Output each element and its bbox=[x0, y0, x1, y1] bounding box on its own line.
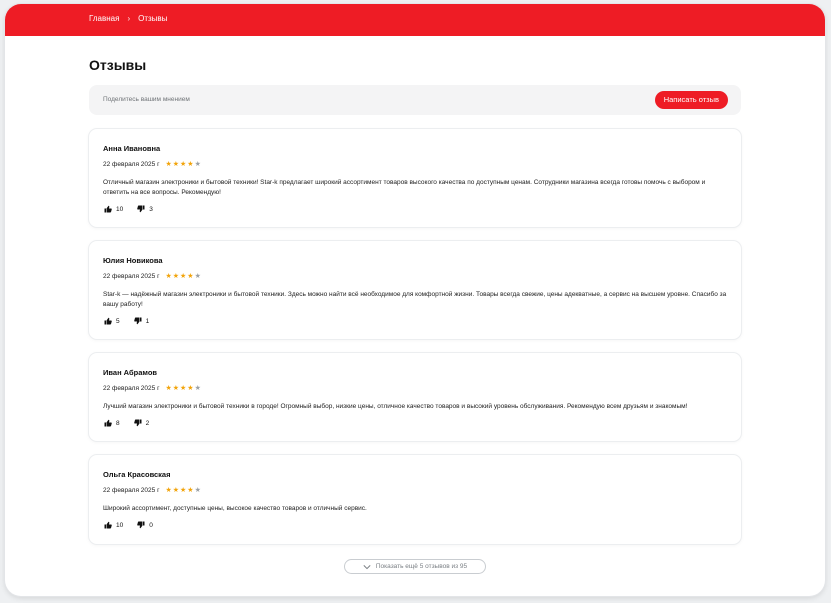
review-date: 22 февраля 2025 г bbox=[103, 385, 160, 392]
like-count: 8 bbox=[116, 419, 120, 427]
review-card: Анна Ивановна 22 февраля 2025 г ★ ★ ★ ★ ★ От… bbox=[89, 129, 741, 227]
show-more-label: Показать ещё 5 отзывов из 95 bbox=[375, 563, 468, 570]
star-filled-icon: ★ bbox=[165, 487, 172, 494]
review-votes: 10 3 bbox=[104, 205, 153, 213]
dislike-button[interactable]: 2 bbox=[133, 419, 150, 427]
page-frame: Главная › Отзывы Отзывы Поделитесь вашим… bbox=[5, 4, 825, 596]
star-filled-icon: ★ bbox=[172, 161, 179, 168]
review-date: 22 февраля 2025 г bbox=[103, 487, 160, 494]
review-votes: 8 2 bbox=[104, 419, 149, 427]
thumbs-up-icon bbox=[104, 419, 112, 427]
thumbs-up-icon bbox=[104, 205, 112, 213]
dislike-button[interactable]: 1 bbox=[133, 317, 150, 325]
review-card: Иван Абрамов 22 февраля 2025 г ★ ★ ★ ★ ★ Луч… bbox=[89, 353, 741, 441]
rating-stars: ★ ★ ★ ★ ★ bbox=[165, 273, 200, 280]
star-empty-icon: ★ bbox=[194, 385, 201, 392]
review-card: Ольга Красовская 22 февраля 2025 г ★ ★ ★ ★ ★… bbox=[89, 455, 741, 544]
review-meta: 22 февраля 2025 г ★ ★ ★ ★ ★ bbox=[103, 487, 201, 494]
dislike-button[interactable]: 0 bbox=[137, 521, 153, 529]
review-text: Star-k — надёжный магазин электроники и … bbox=[103, 291, 727, 308]
star-empty-icon: ★ bbox=[194, 161, 201, 168]
star-filled-icon: ★ bbox=[180, 161, 187, 168]
thumbs-up-icon bbox=[104, 521, 112, 529]
star-filled-icon: ★ bbox=[165, 161, 172, 168]
rating-stars: ★ ★ ★ ★ ★ bbox=[165, 487, 200, 494]
review-author: Иван Абрамов bbox=[103, 368, 158, 377]
show-more-button[interactable]: Показать ещё 5 отзывов из 95 bbox=[344, 559, 486, 574]
breadcrumb-current: Отзывы bbox=[138, 14, 168, 23]
star-filled-icon: ★ bbox=[187, 273, 194, 280]
breadcrumb: Главная › Отзывы bbox=[89, 14, 167, 23]
dislike-button[interactable]: 3 bbox=[137, 205, 153, 213]
star-filled-icon: ★ bbox=[172, 385, 179, 392]
review-votes: 10 0 bbox=[104, 521, 153, 529]
thumbs-down-icon bbox=[133, 317, 142, 325]
header-bar: Главная › Отзывы bbox=[5, 4, 825, 36]
star-filled-icon: ★ bbox=[180, 487, 187, 494]
review-author: Ольга Красовская bbox=[103, 470, 171, 479]
thumbs-up-icon bbox=[104, 317, 112, 325]
star-empty-icon: ★ bbox=[194, 273, 201, 280]
rating-stars: ★ ★ ★ ★ ★ bbox=[165, 161, 200, 168]
thumbs-down-icon bbox=[137, 205, 145, 213]
review-text: Широкий ассортимент, доступные цены, выс… bbox=[103, 505, 367, 512]
star-empty-icon: ★ bbox=[194, 487, 201, 494]
review-card: Юлия Новикова 22 февраля 2025 г ★ ★ ★ ★ ★ St… bbox=[89, 241, 741, 339]
review-text: Лучший магазин электроники и бытовой тех… bbox=[103, 403, 688, 410]
review-author: Анна Ивановна bbox=[103, 144, 161, 153]
star-filled-icon: ★ bbox=[180, 385, 187, 392]
dislike-count: 1 bbox=[145, 317, 150, 325]
review-author: Юлия Новикова bbox=[103, 256, 163, 265]
review-meta: 22 февраля 2025 г ★ ★ ★ ★ ★ bbox=[103, 273, 201, 280]
thumbs-down-icon bbox=[137, 521, 145, 529]
like-count: 5 bbox=[116, 317, 120, 325]
page-title: Отзывы bbox=[89, 57, 147, 73]
star-filled-icon: ★ bbox=[187, 385, 194, 392]
breadcrumb-home-link[interactable]: Главная bbox=[89, 14, 119, 23]
write-review-button[interactable]: Написать отзыв bbox=[654, 91, 728, 109]
like-button[interactable]: 10 bbox=[104, 205, 123, 213]
review-date: 22 февраля 2025 г bbox=[103, 273, 160, 280]
dislike-count: 2 bbox=[145, 419, 150, 427]
dislike-count: 3 bbox=[149, 205, 153, 213]
like-button[interactable]: 10 bbox=[104, 521, 123, 529]
share-prompt: Поделитесь вашим мнением bbox=[103, 96, 190, 103]
rating-stars: ★ ★ ★ ★ ★ bbox=[165, 385, 200, 392]
star-filled-icon: ★ bbox=[165, 273, 172, 280]
like-button[interactable]: 8 bbox=[104, 419, 120, 427]
review-meta: 22 февраля 2025 г ★ ★ ★ ★ ★ bbox=[103, 385, 201, 392]
star-filled-icon: ★ bbox=[172, 273, 179, 280]
star-filled-icon: ★ bbox=[180, 273, 187, 280]
breadcrumb-separator-icon: › bbox=[127, 14, 131, 23]
review-text: Отличный магазин электроники и бытовой т… bbox=[103, 179, 706, 196]
thumbs-down-icon bbox=[133, 419, 142, 427]
review-votes: 5 1 bbox=[104, 317, 149, 325]
review-date: 22 февраля 2025 г bbox=[103, 161, 160, 168]
star-filled-icon: ★ bbox=[187, 487, 194, 494]
chevron-down-icon bbox=[363, 564, 371, 569]
review-meta: 22 февраля 2025 г ★ ★ ★ ★ ★ bbox=[103, 161, 201, 168]
like-count: 10 bbox=[116, 205, 124, 213]
like-count: 10 bbox=[116, 521, 124, 529]
star-filled-icon: ★ bbox=[187, 161, 194, 168]
like-button[interactable]: 5 bbox=[104, 317, 120, 325]
dislike-count: 0 bbox=[149, 521, 153, 529]
star-filled-icon: ★ bbox=[172, 487, 179, 494]
star-filled-icon: ★ bbox=[165, 385, 172, 392]
share-opinion-bar: Поделитесь вашим мнением Написать отзыв bbox=[89, 85, 741, 115]
